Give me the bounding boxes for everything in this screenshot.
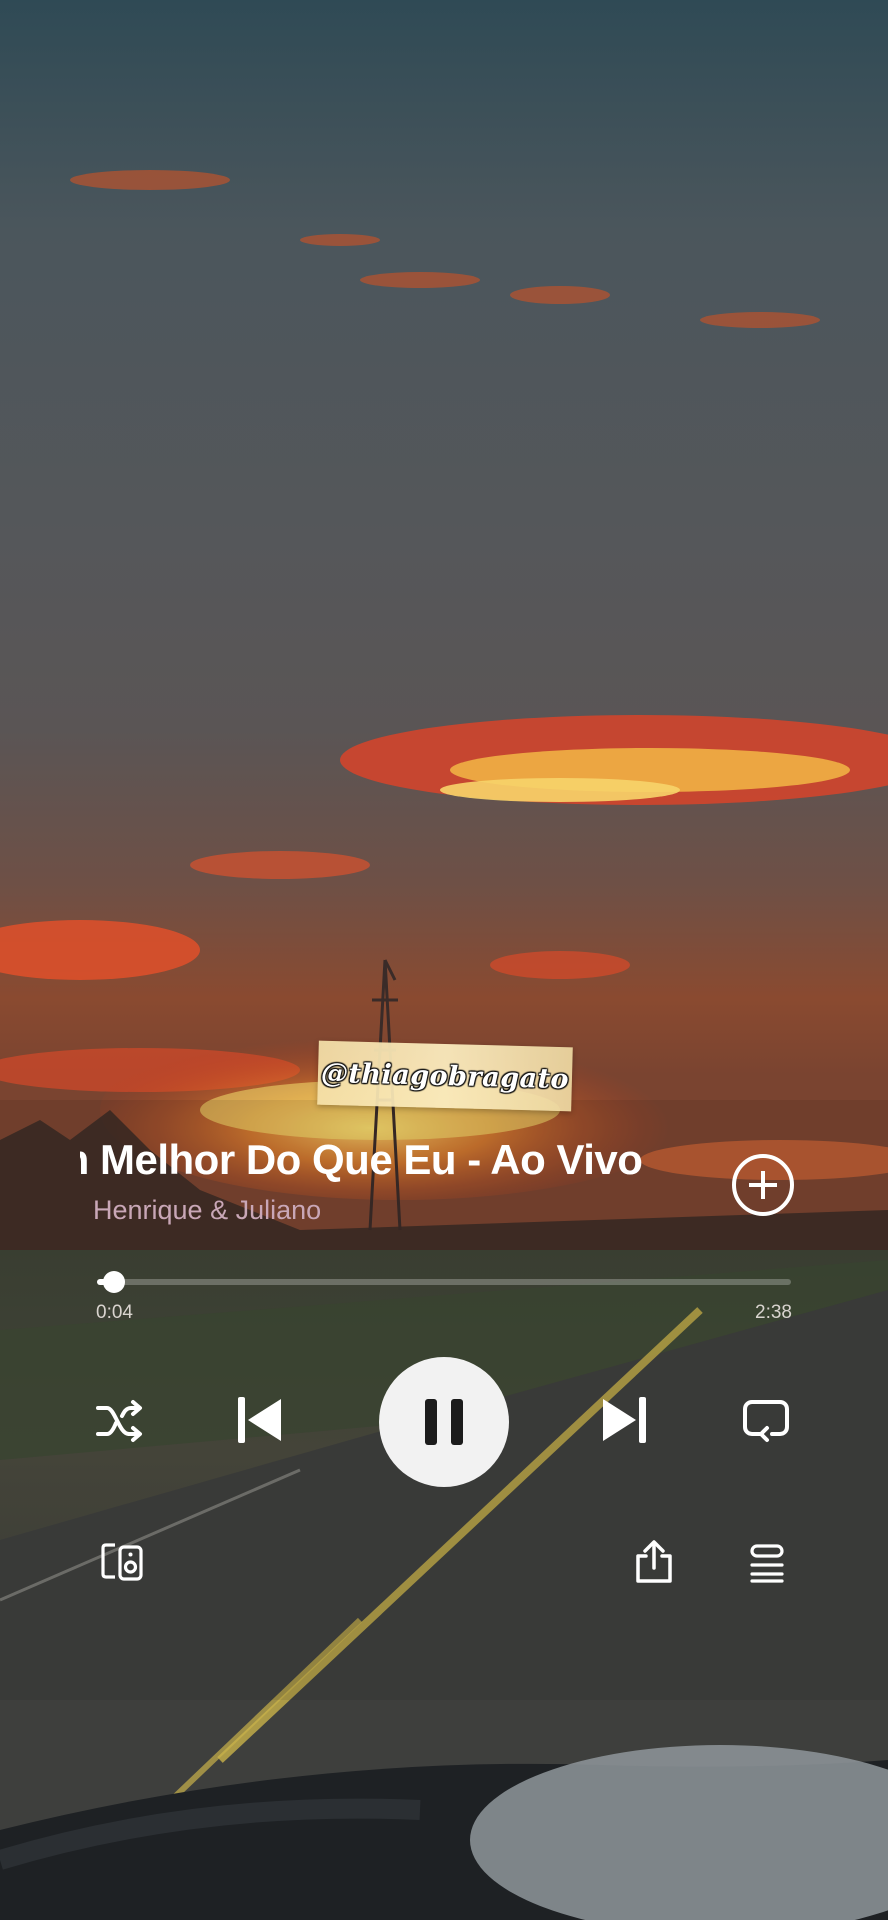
total-time: 2:38: [755, 1302, 792, 1323]
skip-next-button[interactable]: [600, 1395, 648, 1445]
skip-next-icon: [603, 1397, 646, 1443]
connect-device-button[interactable]: [101, 1543, 143, 1588]
skip-previous-button[interactable]: [236, 1395, 284, 1445]
elapsed-time: 0:04: [96, 1302, 133, 1323]
device-connect-icon: [101, 1543, 143, 1581]
artist-name[interactable]: Henrique & Juliano: [93, 1192, 321, 1228]
watermark-text: @thiagobragato: [320, 1057, 570, 1095]
pause-button[interactable]: [379, 1357, 509, 1487]
add-to-library-button[interactable]: [732, 1154, 794, 1216]
queue-button[interactable]: [749, 1543, 785, 1588]
share-button[interactable]: [634, 1540, 674, 1589]
queue-icon: [750, 1544, 784, 1583]
progress-bar[interactable]: [97, 1271, 791, 1293]
track-title-marquee: m Melhor Do Que Eu - Ao Vivo: [80, 1132, 676, 1188]
repeat-icon: [743, 1400, 789, 1442]
shuffle-icon: [96, 1400, 142, 1442]
repeat-button[interactable]: [742, 1398, 790, 1444]
track-title: m Melhor Do Que Eu - Ao Vivo: [80, 1136, 643, 1183]
watermark-sticker: @thiagobragato: [317, 1040, 573, 1112]
skip-previous-icon: [238, 1397, 281, 1443]
shuffle-button[interactable]: [95, 1398, 145, 1444]
pause-icon: [425, 1399, 463, 1445]
share-icon: [636, 1540, 672, 1583]
background-canvas-image: [0, 0, 888, 1920]
